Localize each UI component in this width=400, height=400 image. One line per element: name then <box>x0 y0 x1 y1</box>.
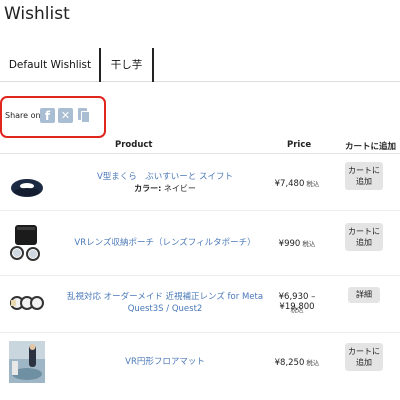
column-header-price: Price <box>287 140 312 150</box>
add-to-cart-button[interactable]: カートに追加 <box>345 162 383 190</box>
add-to-cart-button[interactable]: カートに追加 <box>345 223 383 251</box>
product-price: ¥7,480 税込 <box>274 179 320 189</box>
product-price: ¥990 税込 <box>278 239 316 249</box>
table-row: VR円形フロアマット ¥8,250 税込 カートに追加 <box>0 333 400 395</box>
tab-hoshiimo[interactable]: 干し芋 <box>100 48 153 82</box>
wishlist-tabs: Default Wishlist 干し芋 <box>0 48 400 82</box>
product-price: ¥8,250 税込 <box>274 358 320 368</box>
product-image-lens-pouch[interactable] <box>9 223 45 263</box>
product-name-link[interactable]: VRレンズ収納ポーチ（レンズフィルタポーチ） <box>60 237 270 249</box>
column-header-add-to-cart: カートに追加 <box>345 142 397 152</box>
table-row: 乱視対応 オーダーメイド 近視補正レンズ for Meta Quest3S / … <box>0 276 400 332</box>
facebook-icon[interactable]: f <box>40 108 55 123</box>
table-row: VRレンズ収納ポーチ（レンズフィルタポーチ） ¥990 税込 カートに追加 <box>0 211 400 275</box>
page-title: Wishlist <box>4 4 70 24</box>
table-row: V型まくら ぶいすいーと スイフト カラー: ネイビー ¥7,480 税込 カート… <box>0 154 400 210</box>
product-image-pillow[interactable] <box>10 168 44 202</box>
share-section: Share on f ✕ <box>0 96 106 138</box>
tab-default-wishlist[interactable]: Default Wishlist <box>0 48 100 82</box>
product-image-corrective-lenses[interactable] <box>9 289 45 317</box>
share-label: Share on <box>5 111 41 120</box>
tab-divider <box>152 48 154 82</box>
product-name-link[interactable]: V型まくら ぶいすいーと スイフト <box>60 171 270 183</box>
add-to-cart-button[interactable]: カートに追加 <box>345 343 383 371</box>
x-icon[interactable]: ✕ <box>58 108 73 123</box>
product-name-link[interactable]: VR円形フロアマット <box>60 356 270 368</box>
product-image-floor-mat[interactable] <box>9 341 45 383</box>
product-price-tax: 税込 <box>290 306 304 314</box>
column-header-product: Product <box>115 140 153 150</box>
details-button[interactable]: 詳細 <box>348 287 380 303</box>
product-name-link[interactable]: 乱視対応 オーダーメイド 近視補正レンズ for Meta Quest3S / … <box>60 291 270 315</box>
product-variant: カラー: ネイビー <box>134 184 196 193</box>
copy-link-icon[interactable] <box>76 108 91 123</box>
